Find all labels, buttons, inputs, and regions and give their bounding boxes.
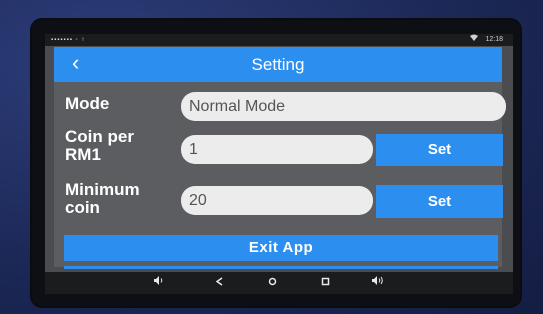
back-nav-icon[interactable] <box>215 272 224 294</box>
notification-icons: ▪▪▪▪▪▪▪ ◦ ↑ <box>51 37 86 43</box>
minimum-coin-set-button[interactable]: Set <box>376 185 503 218</box>
page-title: Setting <box>251 55 305 74</box>
device-screen: ▪▪▪▪▪▪▪ ◦ ↑ 12:18 ‹ Setting Mode Coin pe… <box>45 34 513 294</box>
app-bar: ‹ Setting <box>54 47 502 82</box>
coin-per-rm1-label-line2: RM1 <box>65 145 101 164</box>
status-right: 12:18 <box>469 34 503 46</box>
exit-app-button[interactable]: Exit App <box>64 235 498 261</box>
mode-field[interactable] <box>181 92 506 121</box>
minimum-coin-label-line1: Minimum <box>65 180 140 199</box>
coin-per-rm1-label-line1: Coin per <box>65 127 134 146</box>
minimum-coin-label-line2: coin <box>65 198 100 217</box>
mode-label: Mode <box>65 94 110 113</box>
minimum-coin-field[interactable] <box>181 186 373 215</box>
minimum-coin-label: Minimum coin <box>65 181 140 217</box>
volume-up-icon[interactable] <box>371 272 384 294</box>
volume-down-icon[interactable] <box>153 272 164 294</box>
status-time: 12:18 <box>485 36 503 43</box>
status-bar: ▪▪▪▪▪▪▪ ◦ ↑ 12:18 <box>45 34 513 46</box>
coin-per-rm1-set-button[interactable]: Set <box>376 134 503 166</box>
wifi-icon <box>469 34 480 43</box>
recents-nav-icon[interactable] <box>321 272 330 294</box>
exit-button-shadow <box>64 266 498 269</box>
settings-panel: Mode Coin per RM1 Set Minimum coin Set E… <box>54 82 506 267</box>
home-nav-icon[interactable] <box>268 272 277 294</box>
coin-per-rm1-label: Coin per RM1 <box>65 128 134 164</box>
coin-per-rm1-field[interactable] <box>181 135 373 164</box>
android-nav-bar <box>45 272 513 294</box>
